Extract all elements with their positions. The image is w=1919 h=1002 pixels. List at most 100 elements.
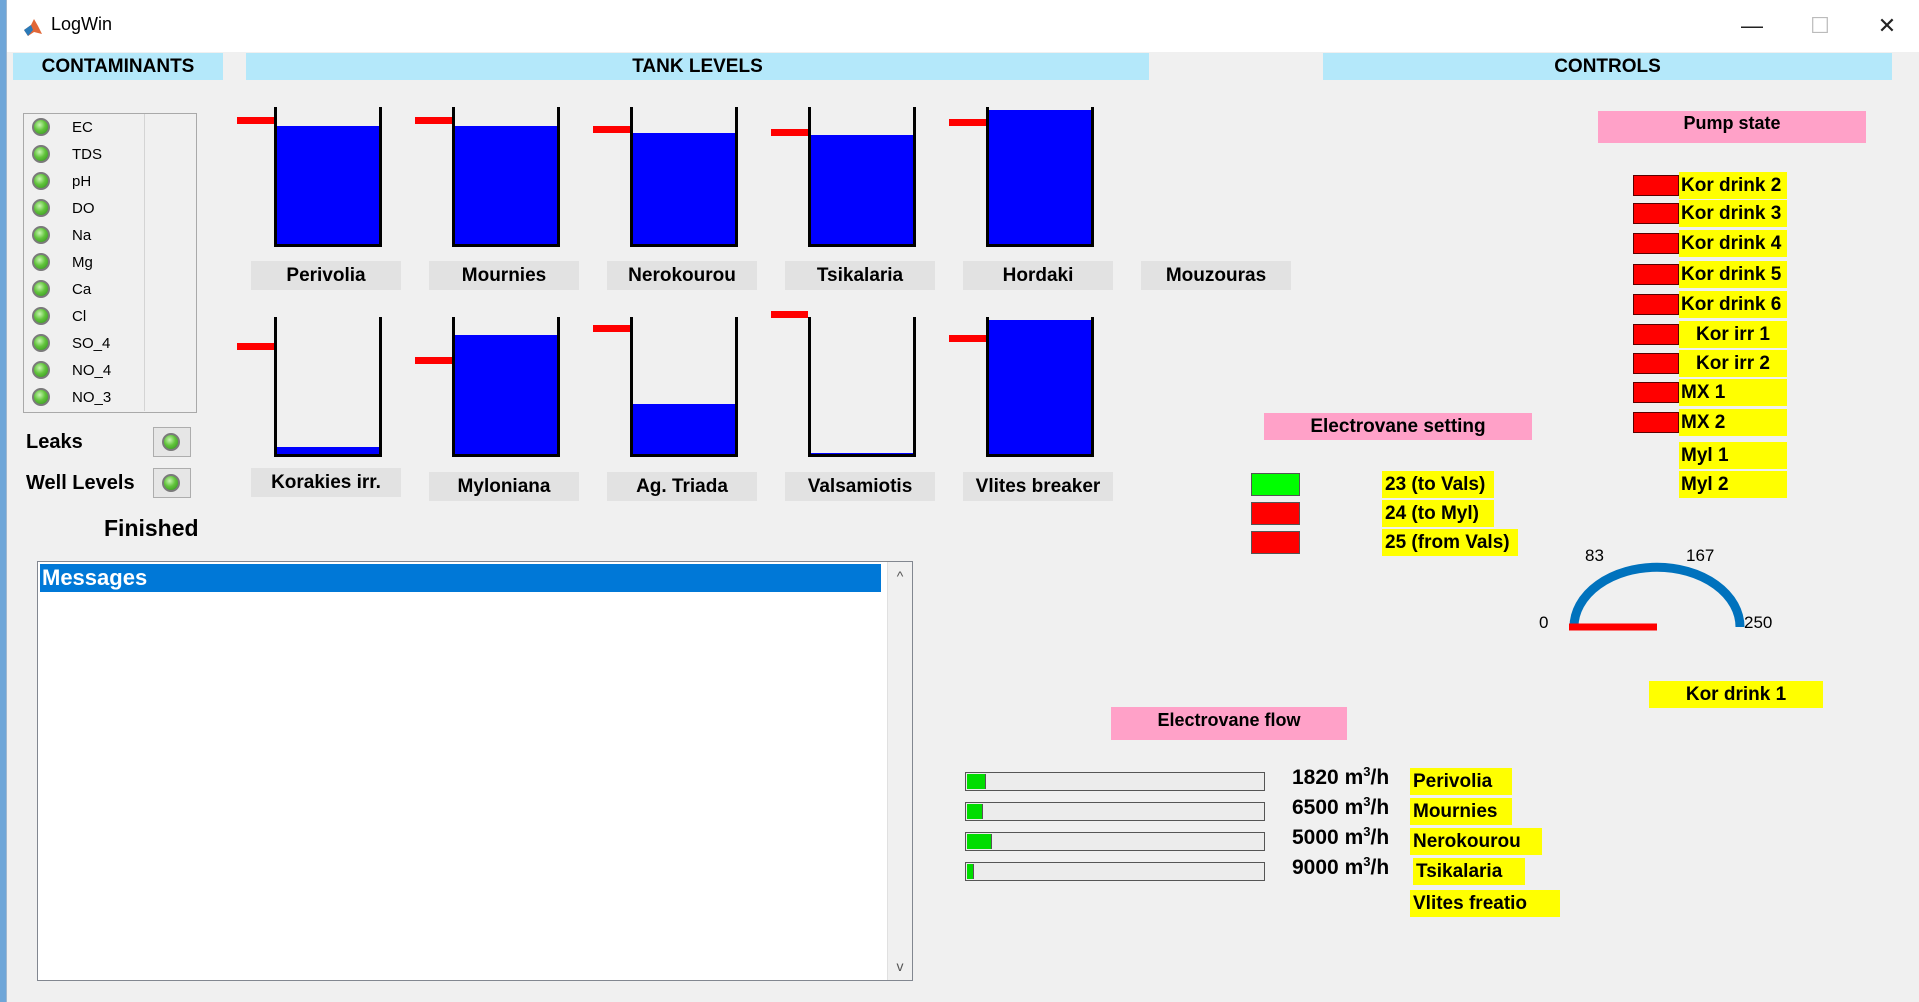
pump-switch[interactable]	[1633, 264, 1679, 285]
electrovane-switch[interactable]	[1251, 502, 1300, 525]
tank-wall	[735, 317, 738, 457]
tank-level-fill	[811, 453, 913, 454]
well-levels-indicator[interactable]	[153, 468, 191, 498]
flow-bar	[965, 772, 1265, 791]
gauge-tick-83: 83	[1585, 546, 1604, 565]
leaks-indicator[interactable]	[153, 427, 191, 457]
tank-name-label: Perivolia	[251, 261, 401, 290]
tank-wall	[1091, 317, 1094, 457]
tank-wall	[379, 317, 382, 457]
flow-label-vlites-freatio: Vlites freatio	[1410, 890, 1560, 917]
tank-hordaki	[949, 107, 1094, 247]
controls-header: CONTROLS	[1323, 53, 1892, 80]
pump-switch[interactable]	[1633, 203, 1679, 224]
flow-unit: m	[1344, 856, 1364, 879]
scroll-down-icon[interactable]: v	[888, 958, 912, 974]
gauge-arc-path	[1569, 562, 1745, 628]
title-bar: LogWin — ☐ ✕	[7, 0, 1919, 52]
flow-value: 6500 m3/h	[1292, 794, 1389, 820]
flow-number: 5000	[1292, 826, 1339, 849]
column-divider	[144, 276, 145, 303]
gauge-arc	[1569, 562, 1745, 631]
minimize-icon[interactable]: —	[1729, 8, 1775, 44]
tank-valsamiotis	[771, 311, 916, 457]
status-led-icon	[32, 145, 50, 163]
contaminant-row: Ca	[24, 276, 196, 303]
tank-name-label: Tsikalaria	[785, 261, 935, 290]
pump-state-title: Pump state	[1598, 111, 1866, 143]
messages-listbox[interactable]: Messages ^ v	[37, 561, 913, 981]
column-divider	[144, 303, 145, 330]
tank-floor	[452, 244, 560, 247]
contaminant-label: Mg	[72, 254, 93, 271]
pump-switch[interactable]	[1633, 175, 1679, 196]
contaminant-label: TDS	[72, 146, 102, 163]
tank-nerokourou	[593, 107, 738, 247]
electrovane-switch[interactable]	[1251, 473, 1300, 496]
flow-unit-suffix: /h	[1370, 856, 1390, 879]
flow-unit: m	[1344, 826, 1364, 849]
flow-unit-suffix: /h	[1370, 826, 1390, 849]
pump-label: Myl 2	[1679, 471, 1787, 498]
flow-number: 6500	[1292, 796, 1339, 819]
flow-number: 1820	[1292, 766, 1339, 789]
tank-wall	[274, 317, 277, 457]
tank-setpoint-marker	[949, 335, 986, 342]
contaminant-row: Mg	[24, 249, 196, 276]
tank-name-label: Korakies irr.	[251, 468, 401, 497]
tank-perivolia	[237, 107, 382, 247]
tank-floor	[986, 454, 1094, 457]
tank-level-fill	[811, 135, 913, 244]
leaks-label: Leaks	[26, 431, 83, 453]
contaminant-label: NO_3	[72, 389, 112, 406]
messages-scrollbar[interactable]: ^ v	[887, 562, 912, 980]
flow-bar	[965, 802, 1265, 821]
scroll-up-icon[interactable]: ^	[888, 568, 912, 584]
contaminant-row: NO_3	[24, 384, 196, 411]
flow-bar-fill	[967, 804, 983, 819]
tank-setpoint-marker	[949, 119, 986, 126]
contaminant-row: SO_4	[24, 330, 196, 357]
contaminant-row: DO	[24, 195, 196, 222]
flow-unit: m	[1344, 766, 1364, 789]
tank-vlites-breaker	[949, 317, 1094, 457]
contaminant-row: TDS	[24, 141, 196, 168]
status-led-icon	[162, 433, 180, 451]
messages-header-item[interactable]: Messages	[40, 564, 881, 592]
status-led-icon	[32, 334, 50, 352]
tank-wall	[379, 107, 382, 247]
column-divider	[144, 168, 145, 195]
tank-wall	[913, 107, 916, 247]
pump-label: Myl 1	[1679, 442, 1787, 469]
pump-label: Kor drink 5	[1679, 261, 1787, 288]
tank-level-fill	[455, 335, 557, 454]
tank-name-label: Nerokourou	[607, 261, 757, 290]
pump-switch[interactable]	[1633, 412, 1679, 433]
tank-floor	[452, 454, 560, 457]
flow-bar	[965, 832, 1265, 851]
flow-value: 5000 m3/h	[1292, 824, 1389, 850]
pump-switch[interactable]	[1633, 353, 1679, 374]
contaminant-row: Cl	[24, 303, 196, 330]
flow-number: 9000	[1292, 856, 1339, 879]
electrovane-label: 25 (from Vals)	[1382, 529, 1518, 556]
electrovane-switch[interactable]	[1251, 531, 1300, 554]
electrovane-label: 23 (to Vals)	[1382, 471, 1494, 498]
column-divider	[144, 249, 145, 276]
status-led-icon	[32, 307, 50, 325]
pump-switch[interactable]	[1633, 382, 1679, 403]
column-divider	[144, 330, 145, 357]
tank-level-fill	[633, 404, 735, 454]
pump-switch[interactable]	[1633, 294, 1679, 315]
tank-floor	[274, 244, 382, 247]
pump-label: Kor irr 1	[1679, 321, 1787, 348]
pump-switch[interactable]	[1633, 324, 1679, 345]
maximize-icon[interactable]: ☐	[1797, 8, 1843, 44]
tank-name-label: Mournies	[429, 261, 579, 290]
status-led-icon	[32, 172, 50, 190]
gauge-tick-0: 0	[1539, 613, 1549, 632]
close-icon[interactable]: ✕	[1864, 8, 1910, 44]
contaminant-label: SO_4	[72, 335, 111, 352]
status-led-icon	[32, 118, 50, 136]
pump-switch[interactable]	[1633, 233, 1679, 254]
